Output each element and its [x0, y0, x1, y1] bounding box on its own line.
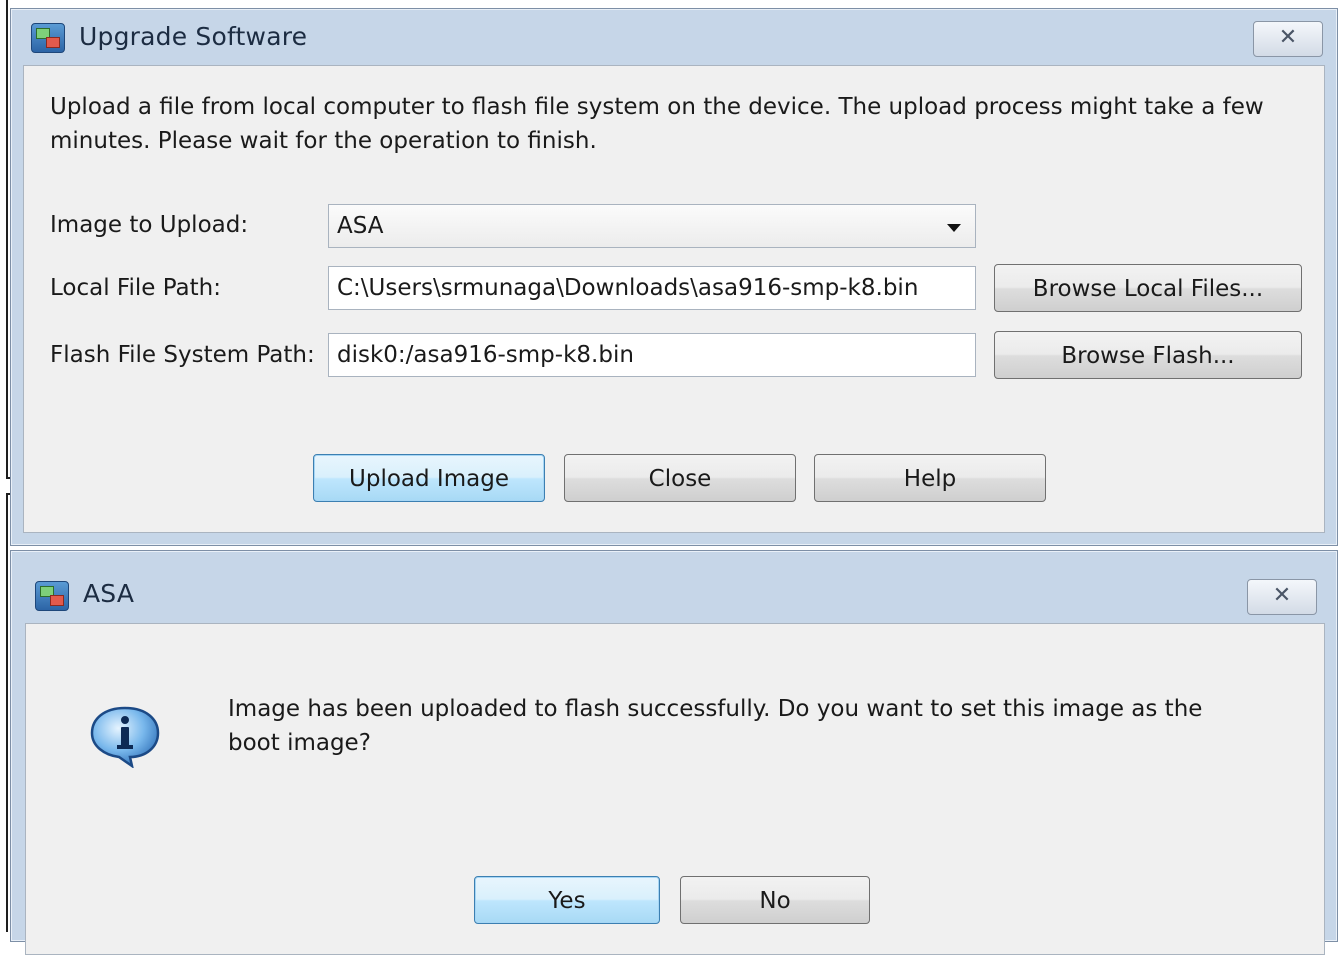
upgrade-dialog-title: Upgrade Software [79, 22, 308, 51]
flash-file-system-path-input[interactable]: disk0:/asa916-smp-k8.bin [328, 333, 976, 377]
asa-dialog-close-button[interactable]: ✕ [1247, 579, 1317, 615]
close-icon: ✕ [1272, 583, 1292, 608]
info-icon [90, 706, 160, 768]
image-to-upload-label: Image to Upload: [50, 212, 249, 238]
asa-dialog-titlebar: ASA ✕ [11, 551, 1337, 615]
asa-message: Image has been uploaded to flash success… [228, 696, 1203, 756]
background-window-edge [6, 0, 8, 932]
app-window-icon [35, 581, 69, 611]
app-window-icon [31, 23, 65, 53]
image-to-upload-value: ASA [337, 213, 384, 239]
close-icon: ✕ [1278, 25, 1298, 50]
asa-confirm-dialog: ASA ✕ Image has been uploaded to flash s… [10, 550, 1338, 955]
asa-dialog-body: Image has been uploaded to flash success… [25, 623, 1325, 955]
asa-dialog-title: ASA [83, 579, 135, 608]
browse-flash-button[interactable]: Browse Flash... [994, 331, 1302, 379]
upgrade-dialog-titlebar: Upgrade Software ✕ [11, 9, 1337, 65]
no-button[interactable]: No [680, 876, 870, 924]
upgrade-dialog-body: Upload a file from local computer to fla… [23, 65, 1325, 533]
upgrade-software-dialog: Upgrade Software ✕ Upload a file from lo… [10, 8, 1338, 546]
image-to-upload-select[interactable]: ASA [328, 204, 976, 248]
close-button[interactable]: Close [564, 454, 796, 502]
help-button[interactable]: Help [814, 454, 1046, 502]
chevron-down-icon[interactable] [947, 224, 961, 232]
yes-button[interactable]: Yes [474, 876, 660, 924]
browse-local-files-button[interactable]: Browse Local Files... [994, 264, 1302, 312]
upgrade-dialog-close-button[interactable]: ✕ [1253, 21, 1323, 57]
local-file-path-input[interactable]: C:\Users\srmunaga\Downloads\asa916-smp-k… [328, 266, 976, 310]
local-file-path-label: Local File Path: [50, 275, 221, 301]
flash-file-system-path-label: Flash File System Path: [50, 342, 315, 368]
upload-image-button[interactable]: Upload Image [313, 454, 545, 502]
upgrade-description: Upload a file from local computer to fla… [50, 94, 1264, 154]
